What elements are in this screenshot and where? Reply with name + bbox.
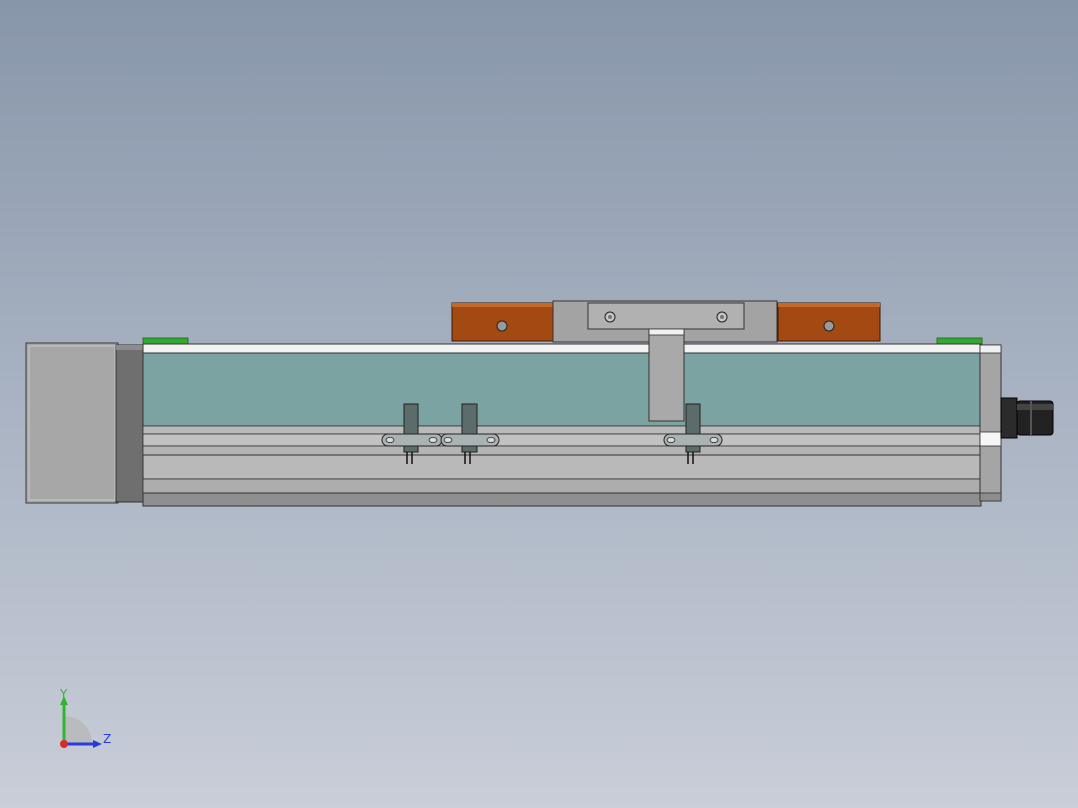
left-green-cap bbox=[142, 337, 189, 345]
triad-arc bbox=[64, 716, 92, 744]
right-end-plate[interactable] bbox=[979, 344, 1002, 502]
cad-viewport[interactable]: Y Z bbox=[0, 0, 1078, 808]
x-axis-dot bbox=[60, 740, 68, 748]
z-axis-label: Z bbox=[103, 732, 112, 746]
orientation-triad[interactable]: Y Z bbox=[52, 686, 122, 756]
carriage-stem bbox=[648, 328, 685, 422]
z-axis-arrow bbox=[93, 740, 102, 748]
cable-connector[interactable] bbox=[1000, 397, 1054, 439]
right-green-cap bbox=[936, 337, 983, 345]
rail-body[interactable] bbox=[142, 343, 982, 507]
motor-housing[interactable] bbox=[25, 342, 144, 504]
y-axis-label: Y bbox=[60, 687, 68, 701]
linear-actuator-model[interactable] bbox=[0, 0, 1078, 808]
